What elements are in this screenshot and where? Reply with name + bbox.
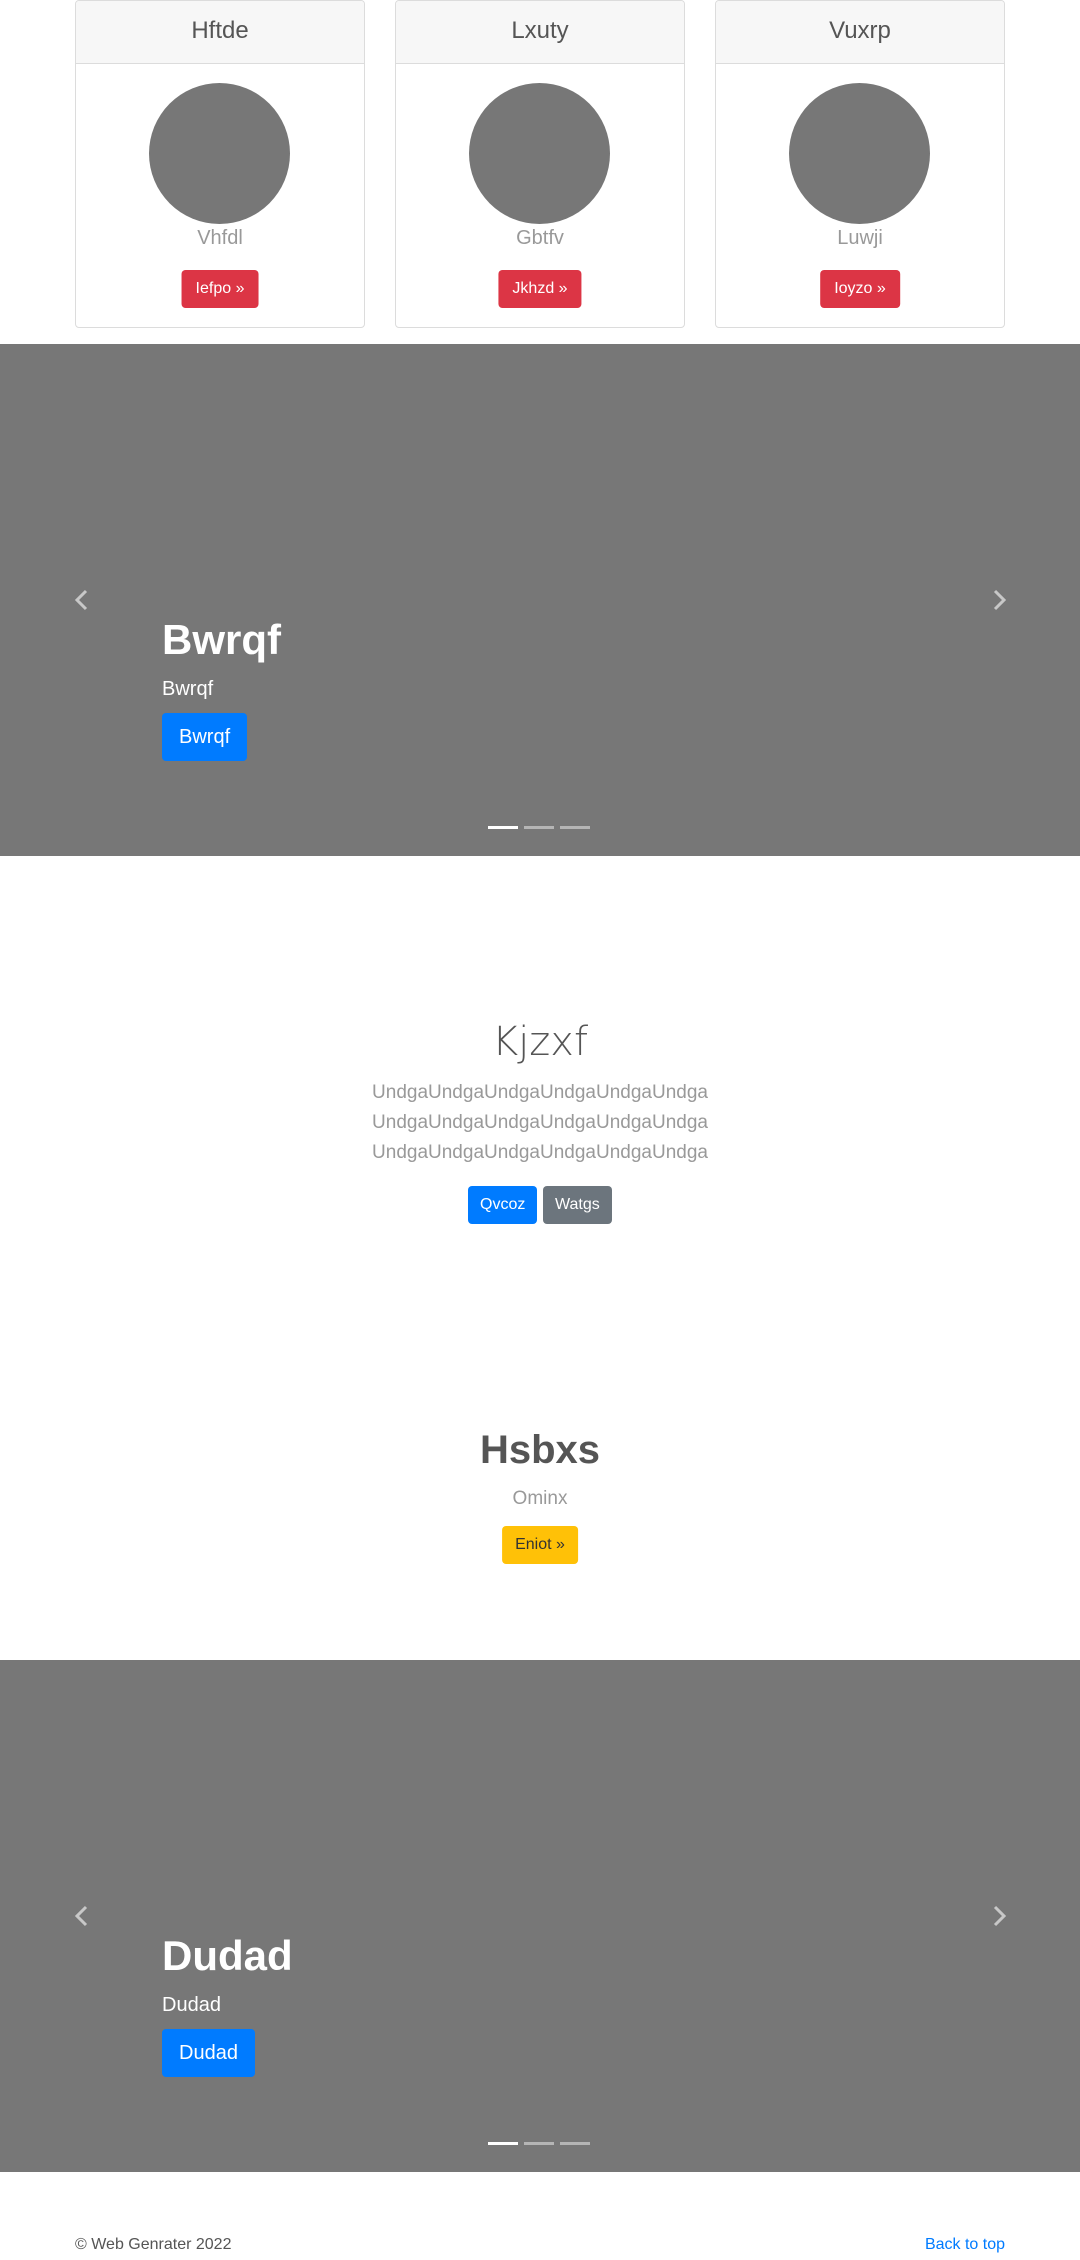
carousel-next-button[interactable]	[985, 1902, 1013, 1930]
chevron-right-icon	[993, 1905, 1007, 1927]
watgs-button[interactable]: Watgs	[543, 1186, 612, 1224]
footer: © Web Genrater 2022 Back to top	[75, 2236, 1005, 2256]
card-name: Vhfdl	[197, 227, 243, 249]
card-button-jkhzd[interactable]: Jkhzd »	[498, 270, 582, 308]
intro-lines: UndgaUndgaUndgaUndgaUndgaUndga UndgaUndg…	[0, 1078, 1080, 1168]
carousel-caption: Dudad Dudad Dudad	[162, 1930, 293, 2077]
indicator-3[interactable]	[560, 826, 590, 829]
intro-line: UndgaUndgaUndgaUndgaUndgaUndga	[372, 1082, 708, 1103]
carousel-prev-button[interactable]	[68, 1902, 96, 1930]
card-name: Luwji	[837, 227, 883, 249]
avatar	[469, 83, 610, 224]
card-button-iefpo[interactable]: Iefpo »	[181, 270, 259, 308]
indicator-3[interactable]	[560, 2142, 590, 2145]
chevron-left-icon	[74, 1905, 88, 1927]
carousel-text: Dudad	[162, 1994, 221, 2016]
carousel-heading: Bwrqf	[162, 616, 281, 663]
carousel-prev-button[interactable]	[68, 586, 96, 614]
card-name: Gbtfv	[516, 227, 564, 249]
card-title: Lxuty	[396, 1, 684, 64]
feature-heading: Hsbxs	[479, 1428, 601, 1472]
indicator-2[interactable]	[524, 2142, 554, 2145]
intro-line: UndgaUndgaUndgaUndgaUndgaUndga	[372, 1142, 708, 1163]
carousel-text: Bwrqf	[162, 678, 214, 700]
carousel-bwrqf: Bwrqf Bwrqf Bwrqf	[0, 344, 1080, 856]
carousel-cta-button[interactable]: Bwrqf	[162, 713, 248, 761]
indicator-2[interactable]	[524, 826, 554, 829]
chevron-left-icon	[74, 589, 88, 611]
feature-section: Hsbxs Ominx Eniot »	[0, 1420, 1080, 1564]
card-hftde: Hftde Vhfdl Iefpo »	[75, 0, 365, 328]
intro-line: UndgaUndgaUndgaUndgaUndgaUndga	[372, 1112, 708, 1133]
footer-copyright: © Web Genrater 2022	[75, 2236, 232, 2253]
avatar	[149, 83, 290, 224]
avatar	[789, 83, 930, 224]
carousel-cta-button[interactable]: Dudad	[162, 2029, 255, 2077]
indicator-1[interactable]	[488, 2142, 518, 2145]
carousel-dudad: Dudad Dudad Dudad	[0, 1660, 1080, 2172]
carousel-heading: Dudad	[162, 1932, 293, 1979]
card-row: Hftde Vhfdl Iefpo » Lxuty Gbtfv Jkhzd » …	[75, 0, 1005, 328]
feature-text: Ominx	[512, 1488, 568, 1509]
carousel-next-button[interactable]	[985, 586, 1013, 614]
card-vuxrp: Vuxrp Luwji Ioyzo »	[715, 0, 1005, 328]
card-lxuty: Lxuty Gbtfv Jkhzd »	[395, 0, 685, 328]
chevron-right-icon	[993, 589, 1007, 611]
back-to-top-link[interactable]: Back to top	[925, 2236, 1005, 2254]
carousel-caption: Bwrqf Bwrqf Bwrqf	[162, 614, 281, 761]
intro-section: Kjzxf UndgaUndgaUndgaUndgaUndgaUndga Und…	[0, 1014, 1080, 1224]
card-title: Vuxrp	[716, 1, 1004, 64]
eniot-button[interactable]: Eniot »	[502, 1526, 578, 1564]
carousel-indicators	[488, 826, 592, 830]
card-button-ioyzo[interactable]: Ioyzo »	[820, 270, 900, 308]
indicator-1[interactable]	[488, 826, 518, 829]
qvcoz-button[interactable]: Qvcoz	[468, 1186, 538, 1224]
intro-buttons: Qvcoz Watgs	[0, 1186, 1080, 1224]
card-title: Hftde	[76, 1, 364, 64]
intro-heading: Kjzxf	[491, 1019, 589, 1065]
carousel-indicators	[488, 2142, 592, 2146]
